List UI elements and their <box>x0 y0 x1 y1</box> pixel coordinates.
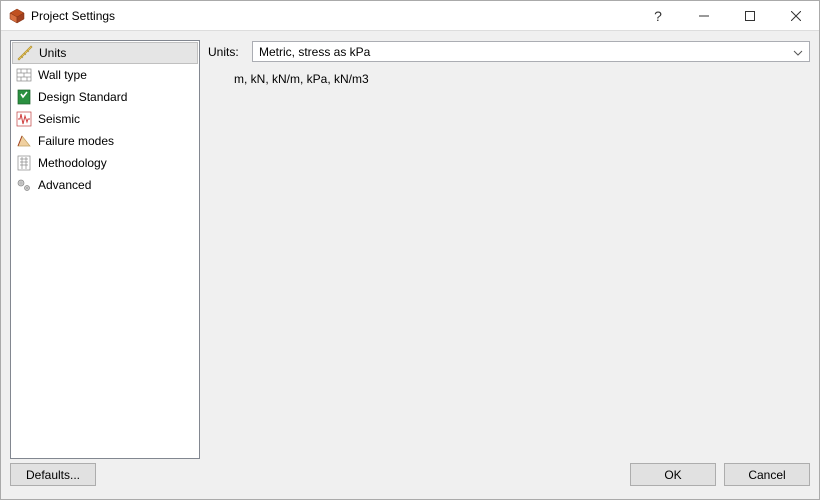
dialog-body: Units Wall type Design Standard Seismic <box>1 31 819 459</box>
seismic-icon <box>16 111 32 127</box>
sidebar-item-failure-modes[interactable]: Failure modes <box>12 130 198 152</box>
wall-icon <box>16 67 32 83</box>
units-select-value: Metric, stress as kPa <box>259 45 370 59</box>
sidebar-item-design-standard[interactable]: Design Standard <box>12 86 198 108</box>
sidebar-item-label: Failure modes <box>38 134 114 148</box>
sidebar-item-methodology[interactable]: Methodology <box>12 152 198 174</box>
project-settings-dialog: Project Settings ? Units Wall ty <box>0 0 820 500</box>
minimize-button[interactable] <box>681 1 727 31</box>
sidebar-item-label: Wall type <box>38 68 87 82</box>
titlebar: Project Settings ? <box>1 1 819 31</box>
help-button[interactable]: ? <box>635 1 681 31</box>
sidebar-item-label: Advanced <box>38 178 91 192</box>
sidebar-item-label: Seismic <box>38 112 80 126</box>
app-icon <box>9 8 25 24</box>
sidebar-item-label: Methodology <box>38 156 107 170</box>
standard-icon <box>16 89 32 105</box>
units-select[interactable]: Metric, stress as kPa <box>252 41 810 62</box>
content-panel: Units: Metric, stress as kPa m, kN, kN/m… <box>208 40 810 459</box>
window-title: Project Settings <box>31 9 115 23</box>
failure-icon <box>16 133 32 149</box>
defaults-button[interactable]: Defaults... <box>10 463 96 486</box>
sidebar-item-wall-type[interactable]: Wall type <box>12 64 198 86</box>
sidebar-item-seismic[interactable]: Seismic <box>12 108 198 130</box>
sidebar-item-advanced[interactable]: Advanced <box>12 174 198 196</box>
ruler-icon <box>17 45 33 61</box>
cancel-button[interactable]: Cancel <box>724 463 810 486</box>
gears-icon <box>16 177 32 193</box>
units-label: Units: <box>208 45 244 59</box>
sidebar-item-units[interactable]: Units <box>12 42 198 64</box>
dialog-footer: Defaults... OK Cancel <box>1 459 819 499</box>
methodology-icon <box>16 155 32 171</box>
category-sidebar: Units Wall type Design Standard Seismic <box>10 40 200 459</box>
units-row: Units: Metric, stress as kPa <box>208 41 810 62</box>
chevron-down-icon <box>793 47 803 57</box>
ok-button[interactable]: OK <box>630 463 716 486</box>
sidebar-item-label: Units <box>39 46 66 60</box>
close-button[interactable] <box>773 1 819 31</box>
maximize-button[interactable] <box>727 1 773 31</box>
units-description: m, kN, kN/m, kPa, kN/m3 <box>208 72 810 86</box>
sidebar-item-label: Design Standard <box>38 90 127 104</box>
